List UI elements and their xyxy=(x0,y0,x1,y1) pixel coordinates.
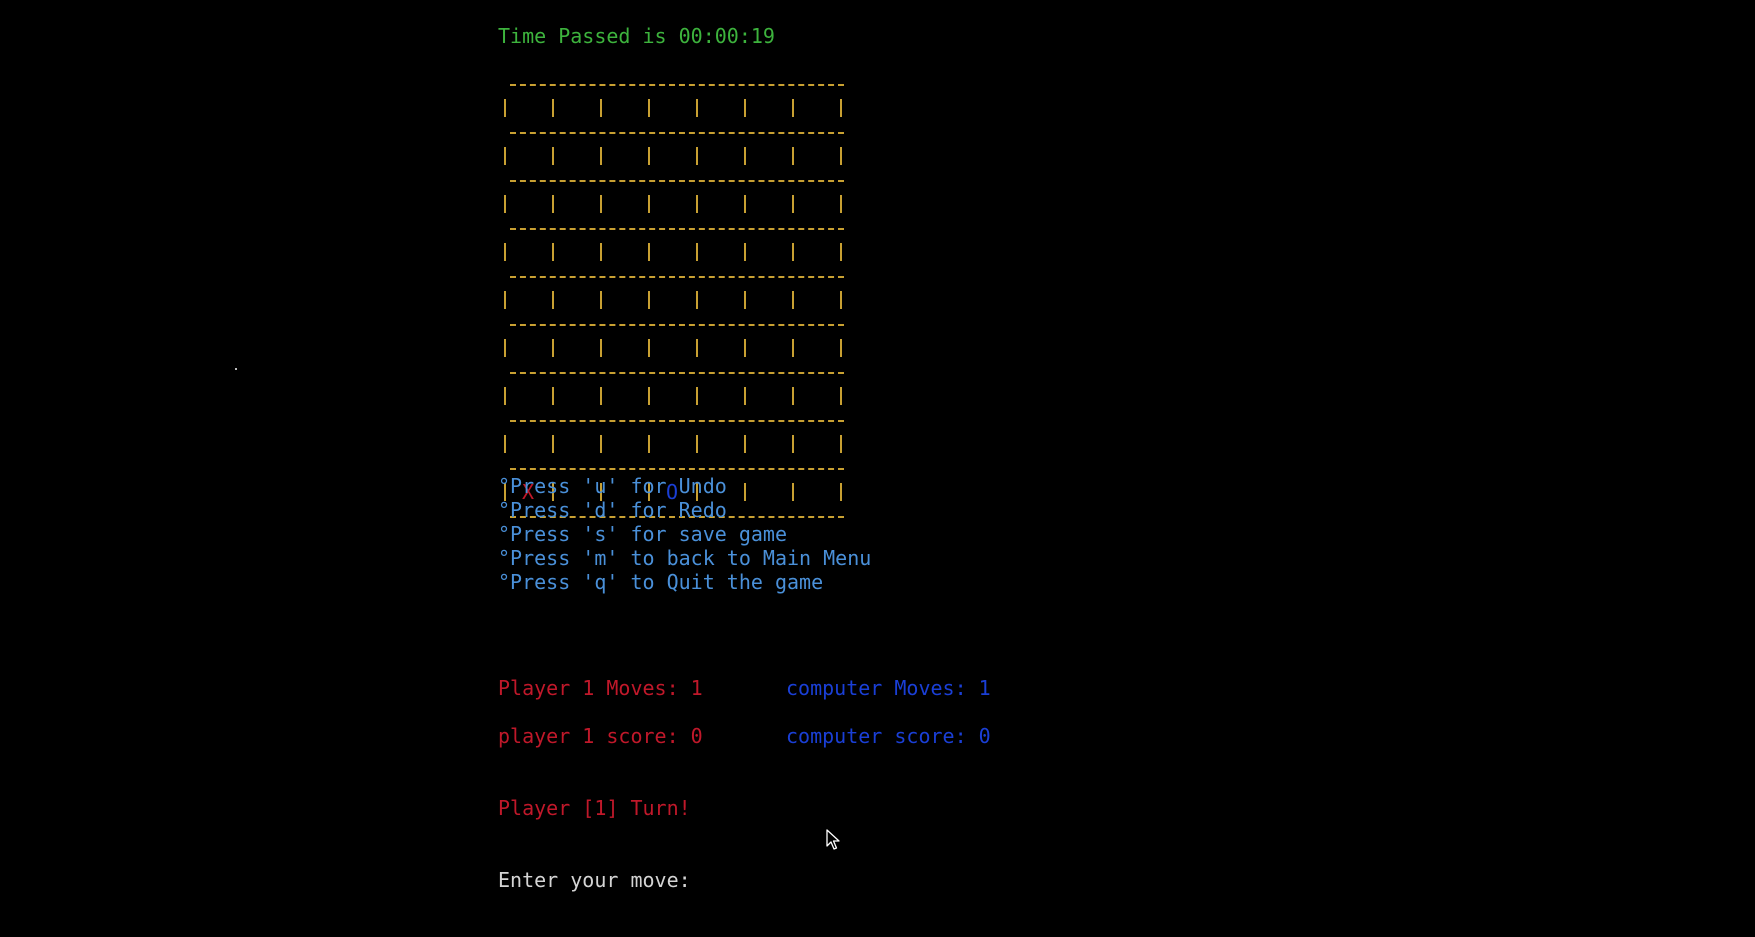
board-column-divider xyxy=(744,435,746,453)
board-column-divider xyxy=(552,99,554,117)
board-column-divider xyxy=(552,195,554,213)
board-column-divider xyxy=(792,291,794,309)
board-column-divider xyxy=(696,147,698,165)
board-horizontal-line xyxy=(510,132,844,134)
board-column-divider xyxy=(696,243,698,261)
board-column-divider xyxy=(648,99,650,117)
board-column-divider xyxy=(552,339,554,357)
board-column-divider xyxy=(600,99,602,117)
board-row xyxy=(498,240,858,264)
board-column-divider xyxy=(552,147,554,165)
game-board: XO xyxy=(498,72,858,532)
board-column-divider xyxy=(792,243,794,261)
board-column-divider xyxy=(504,387,506,405)
menu-item-main-menu: °Press 'm' to back to Main Menu xyxy=(498,546,872,570)
board-horizontal-line xyxy=(510,468,844,470)
board-column-divider xyxy=(504,147,506,165)
board-column-divider xyxy=(840,243,842,261)
menu-item-undo: °Press 'u' for Undo xyxy=(498,474,727,498)
board-column-divider xyxy=(792,195,794,213)
board-row xyxy=(498,144,858,168)
board-column-divider xyxy=(840,339,842,357)
board-column-divider xyxy=(648,195,650,213)
player-score: player 1 score: 0 xyxy=(498,724,703,748)
board-column-divider xyxy=(696,435,698,453)
board-column-divider xyxy=(840,195,842,213)
board-column-divider xyxy=(744,195,746,213)
menu-item-quit: °Press 'q' to Quit the game xyxy=(498,570,824,594)
board-column-divider xyxy=(600,195,602,213)
board-column-divider xyxy=(792,387,794,405)
board-horizontal-line xyxy=(510,180,844,182)
board-column-divider xyxy=(504,339,506,357)
player-moves: Player 1 Moves: 1 xyxy=(498,676,703,700)
board-column-divider xyxy=(648,147,650,165)
board-column-divider xyxy=(504,99,506,117)
computer-moves: computer Moves: 1 xyxy=(786,676,991,700)
board-column-divider xyxy=(552,435,554,453)
board-row xyxy=(498,192,858,216)
board-column-divider xyxy=(696,195,698,213)
board-row xyxy=(498,336,858,360)
timer-text: Time Passed is 00:00:19 xyxy=(498,24,775,48)
board-column-divider xyxy=(600,387,602,405)
board-column-divider xyxy=(744,243,746,261)
board-column-divider xyxy=(600,339,602,357)
board-horizontal-line xyxy=(510,228,844,230)
board-column-divider xyxy=(600,435,602,453)
board-column-divider xyxy=(696,387,698,405)
board-column-divider xyxy=(792,483,794,501)
board-column-divider xyxy=(600,147,602,165)
board-column-divider xyxy=(744,291,746,309)
board-horizontal-line xyxy=(510,372,844,374)
board-horizontal-line xyxy=(510,84,844,86)
board-column-divider xyxy=(696,339,698,357)
stray-pixel xyxy=(235,368,237,370)
board-column-divider xyxy=(840,435,842,453)
board-column-divider xyxy=(552,291,554,309)
board-horizontal-line xyxy=(510,276,844,278)
board-column-divider xyxy=(744,147,746,165)
board-row xyxy=(498,288,858,312)
board-column-divider xyxy=(648,339,650,357)
board-horizontal-line xyxy=(510,324,844,326)
board-column-divider xyxy=(600,291,602,309)
board-column-divider xyxy=(504,195,506,213)
board-row xyxy=(498,432,858,456)
board-column-divider xyxy=(504,291,506,309)
board-column-divider xyxy=(840,99,842,117)
turn-indicator: Player [1] Turn! xyxy=(498,796,691,820)
menu-item-redo: °Press 'd' for Redo xyxy=(498,498,727,522)
board-column-divider xyxy=(504,435,506,453)
board-column-divider xyxy=(696,291,698,309)
board-column-divider xyxy=(744,483,746,501)
board-column-divider xyxy=(744,387,746,405)
computer-score: computer score: 0 xyxy=(786,724,991,748)
board-column-divider xyxy=(840,483,842,501)
board-column-divider xyxy=(840,147,842,165)
board-column-divider xyxy=(648,435,650,453)
board-column-divider xyxy=(792,339,794,357)
board-row xyxy=(498,384,858,408)
board-column-divider xyxy=(696,99,698,117)
terminal-window: Time Passed is 00:00:19 XO °Press 'u' fo… xyxy=(498,0,1498,937)
board-column-divider xyxy=(840,387,842,405)
board-column-divider xyxy=(744,99,746,117)
board-column-divider xyxy=(648,387,650,405)
board-column-divider xyxy=(552,243,554,261)
board-column-divider xyxy=(744,339,746,357)
move-prompt[interactable]: Enter your move: xyxy=(498,868,691,892)
board-column-divider xyxy=(840,291,842,309)
board-column-divider xyxy=(600,243,602,261)
board-column-divider xyxy=(648,243,650,261)
board-column-divider xyxy=(648,291,650,309)
board-column-divider xyxy=(792,435,794,453)
board-column-divider xyxy=(552,387,554,405)
menu-item-save: °Press 's' for save game xyxy=(498,522,787,546)
board-column-divider xyxy=(504,243,506,261)
board-horizontal-line xyxy=(510,420,844,422)
board-column-divider xyxy=(792,99,794,117)
board-row xyxy=(498,96,858,120)
board-column-divider xyxy=(792,147,794,165)
